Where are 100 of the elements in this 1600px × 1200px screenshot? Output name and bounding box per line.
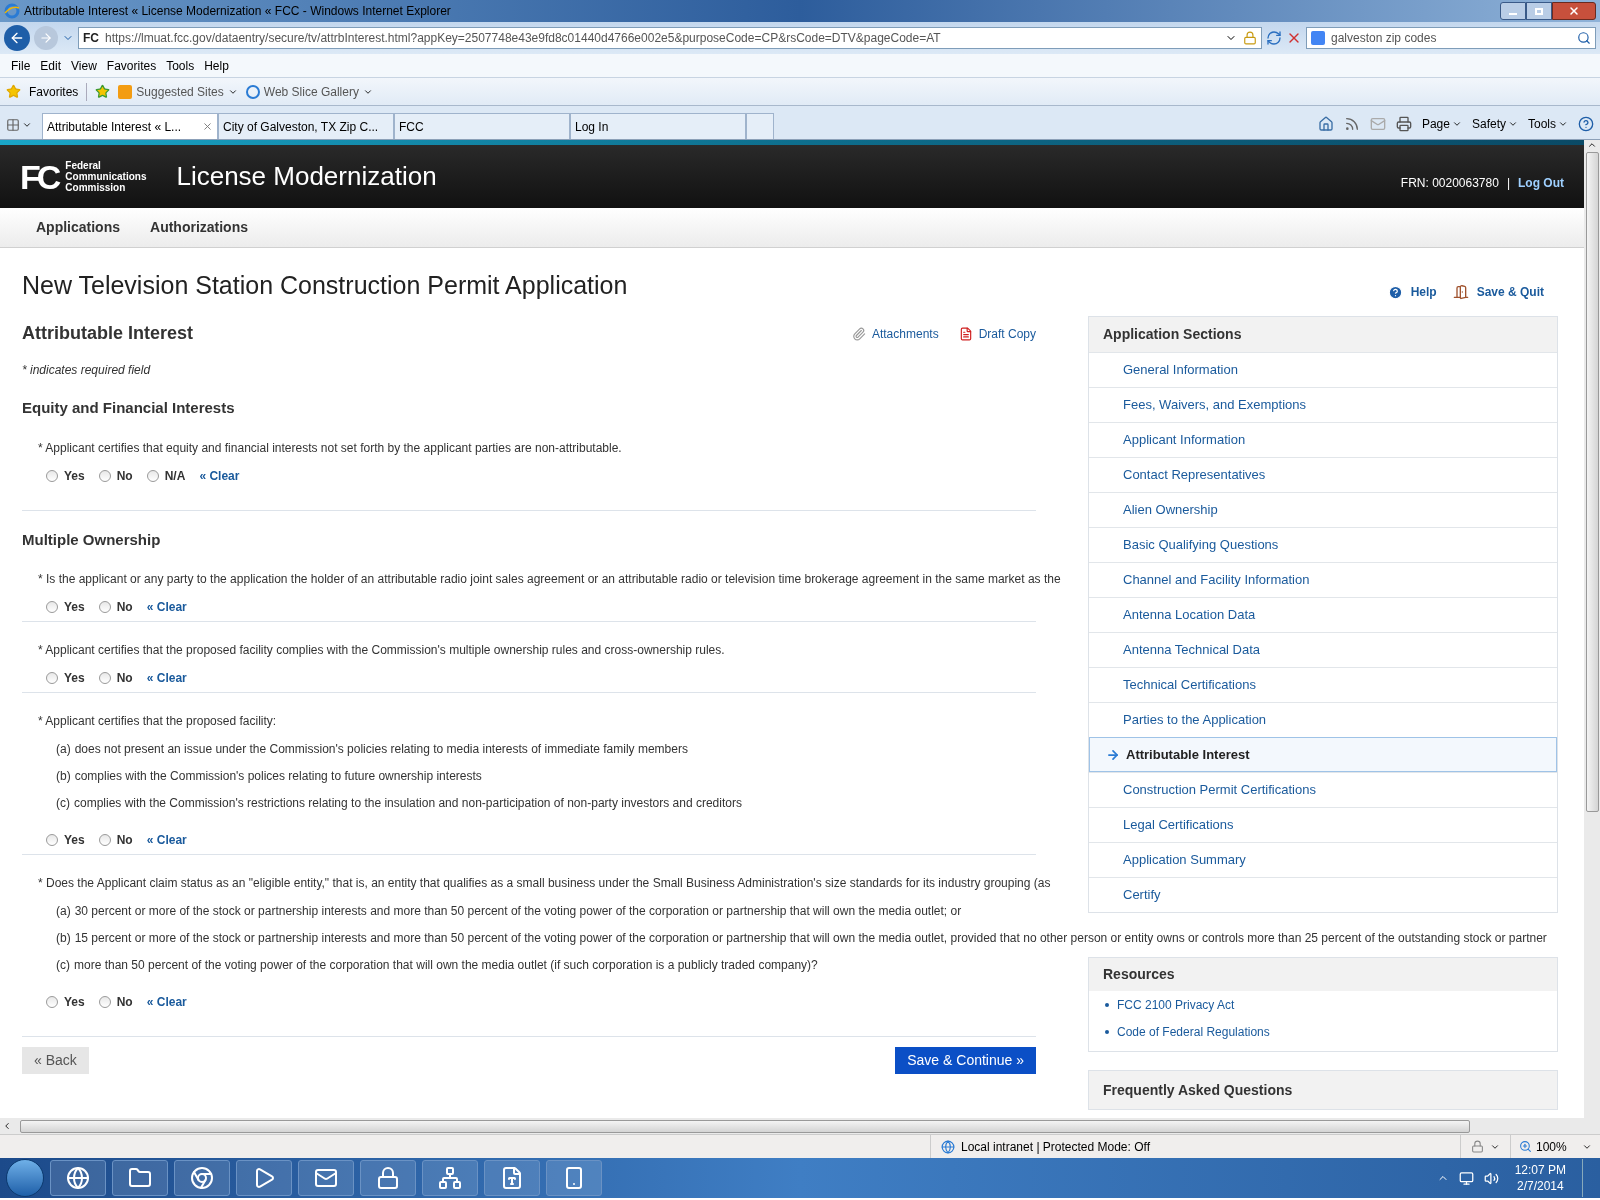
taskbar-app-button[interactable] <box>360 1160 416 1196</box>
minimize-button[interactable] <box>1500 2 1526 20</box>
clear-link[interactable]: « Clear <box>146 831 187 849</box>
quick-tabs-icon[interactable] <box>6 118 20 132</box>
menu-item[interactable]: Tools <box>161 56 200 75</box>
radio-button[interactable] <box>98 996 111 1008</box>
section-link[interactable]: Alien Ownership <box>1089 492 1557 527</box>
favorites-link[interactable]: Web Slice Gallery <box>263 82 359 101</box>
menu-item[interactable]: Help <box>199 56 234 75</box>
clear-link[interactable]: « Clear <box>199 466 240 485</box>
command-button[interactable]: Tools <box>1528 115 1556 133</box>
section-link[interactable]: Technical Certifications <box>1089 667 1557 702</box>
item-text: more than 50 percent of the voting power of the corporation that will own the media outlet (if such corporation is a publicly traded company)? <box>74 956 818 974</box>
section-link[interactable]: Channel and Facility Information <box>1089 562 1557 597</box>
restore-button[interactable] <box>1526 2 1552 20</box>
resource-link[interactable]: Code of Federal Regulations <box>1117 1022 1270 1041</box>
clock-date[interactable]: 2/7/2014 <box>1516 1178 1564 1194</box>
radio-button[interactable] <box>98 834 111 846</box>
radio-button[interactable] <box>46 834 58 846</box>
section-link[interactable]: Certify <box>1089 877 1557 912</box>
draft-copy-link[interactable]: Draft Copy <box>978 324 1036 343</box>
help-link[interactable]: Help <box>1410 283 1437 301</box>
radio-button[interactable] <box>46 672 58 684</box>
nav-link[interactable]: Authorizations <box>150 217 248 238</box>
radio-button[interactable] <box>98 601 111 613</box>
clear-link[interactable]: « Clear <box>146 598 187 616</box>
favorites-link[interactable]: Suggested Sites <box>136 82 224 101</box>
back-button[interactable] <box>4 25 30 51</box>
zoom-level[interactable]: 100% <box>1536 1137 1567 1156</box>
volume-icon[interactable] <box>1483 1170 1499 1186</box>
clock-time[interactable]: 12:07 PM <box>1514 1162 1566 1178</box>
caret-icon[interactable] <box>1451 119 1462 129</box>
taskbar-app-button[interactable] <box>298 1160 354 1196</box>
favorites-button[interactable]: Favorites <box>29 82 88 101</box>
scroll-left-icon[interactable] <box>2 1121 12 1131</box>
save-quit-link[interactable]: Save & Quit <box>1476 283 1544 301</box>
taskbar-app-button[interactable] <box>484 1160 540 1196</box>
back-button[interactable]: « Back <box>22 1047 89 1074</box>
address-field[interactable]: FC https://lmuat.fcc.gov/dataentry/secure/tv/attrbInterest.html?appKey=2507748e43e9fd8c01440d4766e002e5&purposeCode=CP&rsCode=DTV&pageCode=AT <box>78 27 1262 49</box>
section-link[interactable]: Antenna Technical Data <box>1089 632 1557 667</box>
radio-button[interactable] <box>46 601 58 613</box>
radio-button[interactable] <box>46 469 58 482</box>
add-favorite-icon[interactable] <box>95 84 111 99</box>
section-link[interactable]: Basic Qualifying Questions <box>1089 527 1557 562</box>
close-tab-icon[interactable] <box>202 121 213 132</box>
browser-tab[interactable]: City of Galveston, TX Zip C... <box>218 113 394 139</box>
vertical-scrollbar[interactable] <box>1584 140 1600 1118</box>
section-link[interactable]: Contact Representatives <box>1089 457 1557 492</box>
taskbar-app-button[interactable] <box>546 1160 602 1196</box>
clear-link[interactable]: « Clear <box>146 993 187 1011</box>
section-link[interactable]: Construction Permit Certifications <box>1089 772 1557 807</box>
save-continue-button[interactable]: Save & Continue » <box>895 1047 1036 1074</box>
browser-tab[interactable]: FCC <box>394 113 570 139</box>
network-icon[interactable] <box>1458 1170 1474 1186</box>
section-link[interactable]: Legal Certifications <box>1089 807 1557 842</box>
radio-button[interactable] <box>46 996 58 1008</box>
nav-link[interactable]: Applications <box>36 217 120 238</box>
menu-item[interactable]: Edit <box>35 56 67 75</box>
section-link[interactable]: Applicant Information <box>1089 422 1557 457</box>
taskbar-app-button[interactable] <box>422 1160 478 1196</box>
menu-item[interactable]: Favorites <box>101 56 162 75</box>
horizontal-scrollbar[interactable] <box>0 1118 1600 1134</box>
taskbar-app-button[interactable] <box>174 1160 230 1196</box>
close-button[interactable] <box>1552 2 1596 20</box>
scroll-thumb[interactable] <box>1585 152 1599 812</box>
section-link[interactable]: Attributable Interest <box>1089 737 1557 772</box>
attachments-link[interactable]: Attachments <box>871 324 939 343</box>
refresh-icon[interactable] <box>1266 30 1282 46</box>
resource-link[interactable]: FCC 2100 Privacy Act <box>1117 995 1235 1014</box>
help-icon[interactable] <box>1578 116 1594 132</box>
radio-button[interactable] <box>98 469 111 482</box>
search-icon[interactable] <box>1577 31 1591 45</box>
menu-item[interactable]: View <box>66 56 102 75</box>
browser-tab[interactable]: Attributable Interest « L... <box>42 113 218 139</box>
command-button[interactable]: Page <box>1421 115 1450 133</box>
print-icon[interactable] <box>1395 116 1412 132</box>
scroll-thumb[interactable] <box>20 1119 1470 1133</box>
menu-item[interactable]: File <box>6 56 36 75</box>
search-field[interactable]: galveston zip codes <box>1306 27 1596 49</box>
clear-link[interactable]: « Clear <box>146 669 187 687</box>
feeds-icon[interactable] <box>1343 116 1360 132</box>
caret-icon[interactable] <box>22 120 32 130</box>
taskbar-app-button[interactable] <box>50 1160 106 1196</box>
section-link[interactable]: Application Summary <box>1089 842 1557 877</box>
logout-link[interactable]: Log Out <box>1518 173 1564 192</box>
section-link[interactable]: General Information <box>1089 352 1557 387</box>
command-button[interactable]: Safety <box>1471 115 1506 133</box>
taskbar-app-button[interactable] <box>236 1160 292 1196</box>
start-button[interactable] <box>6 1159 44 1197</box>
taskbar-app-button[interactable] <box>112 1160 168 1196</box>
radio-button[interactable] <box>146 469 159 482</box>
security-icon[interactable] <box>1471 1140 1484 1153</box>
scroll-up-icon[interactable] <box>1587 140 1597 150</box>
caret-icon[interactable] <box>1558 119 1568 129</box>
home-icon[interactable] <box>1317 116 1334 132</box>
section-link[interactable]: Fees, Waivers, and Exemptions <box>1089 387 1557 422</box>
browser-tab[interactable]: Log In <box>570 113 746 139</box>
caret-icon[interactable] <box>1508 119 1518 129</box>
section-link[interactable]: Antenna Location Data <box>1089 597 1557 632</box>
radio-button[interactable] <box>98 672 111 684</box>
